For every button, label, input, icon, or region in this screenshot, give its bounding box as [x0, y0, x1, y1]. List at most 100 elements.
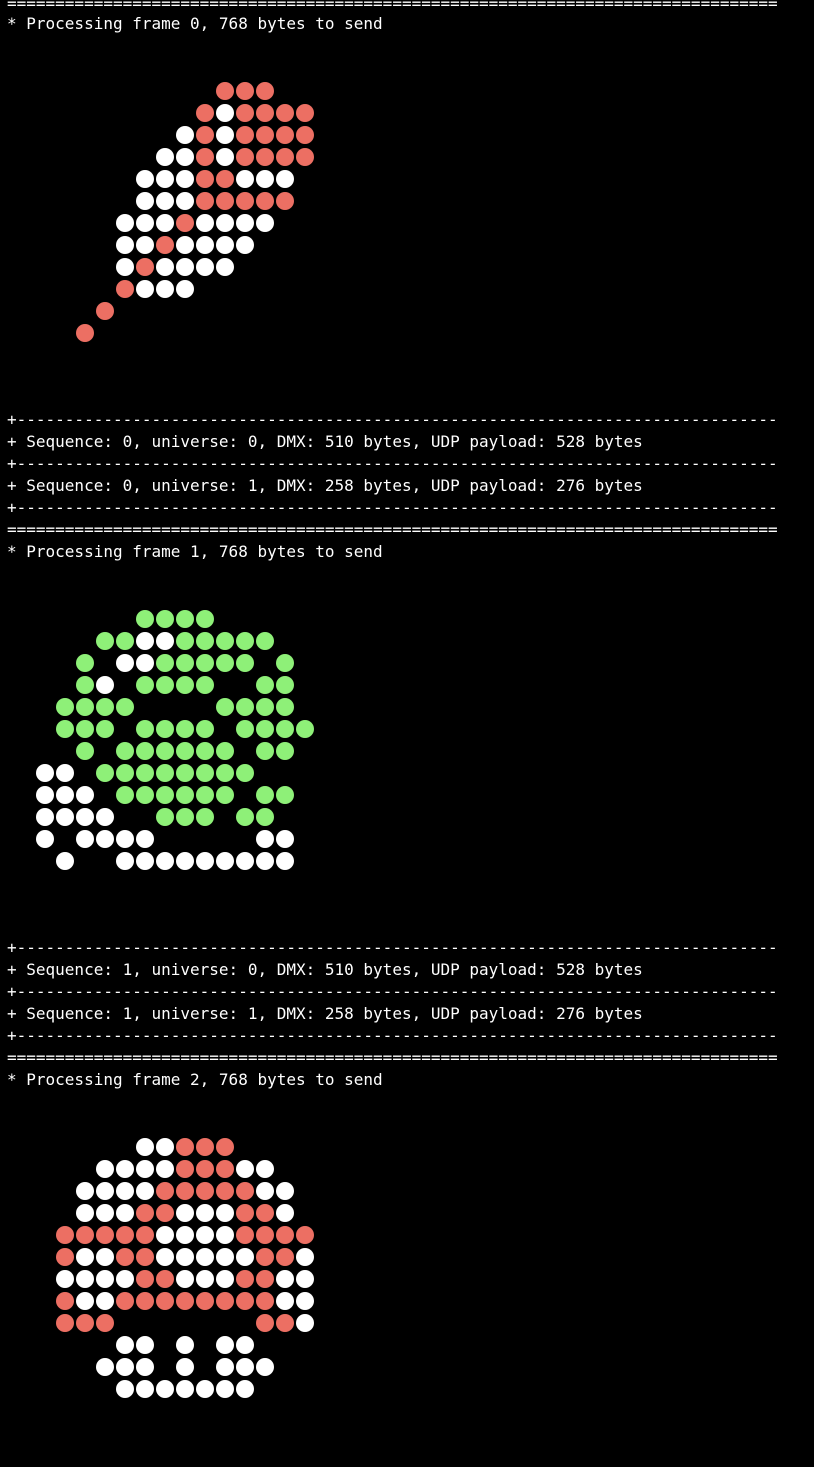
pixel-dot	[156, 280, 174, 298]
pixel-dot	[256, 742, 274, 760]
pixel-dot	[256, 632, 274, 650]
pixel-dot	[176, 764, 194, 782]
pixel-dot	[176, 1204, 194, 1222]
pixel-dot	[256, 1358, 274, 1376]
pixel-dot	[156, 1248, 174, 1266]
pixel-dot	[156, 1380, 174, 1398]
pixel-dot	[216, 1270, 234, 1288]
pixel-dot	[156, 214, 174, 232]
pixel-dot	[196, 148, 214, 166]
pixel-dot	[176, 280, 194, 298]
pixel-dot	[156, 852, 174, 870]
pixel-dot	[196, 720, 214, 738]
pixel-grid	[0, 81, 330, 411]
pixel-dot	[196, 852, 214, 870]
pixel-dot	[196, 786, 214, 804]
pixel-dot	[176, 1292, 194, 1310]
pixel-dot	[176, 1138, 194, 1156]
pixel-dot	[236, 236, 254, 254]
pixel-dot	[236, 808, 254, 826]
pixel-dot	[236, 1204, 254, 1222]
pixel-dot	[56, 1248, 74, 1266]
pixel-dot	[116, 280, 134, 298]
pixel-dot	[196, 764, 214, 782]
pixel-dot	[76, 742, 94, 760]
pixel-dot	[156, 1292, 174, 1310]
pixel-dot	[116, 1182, 134, 1200]
pixel-dot	[96, 1248, 114, 1266]
pixel-dot	[156, 676, 174, 694]
pixel-dot	[96, 1314, 114, 1332]
pixel-dot	[176, 214, 194, 232]
pixel-dot	[136, 1292, 154, 1310]
pixel-dot	[236, 698, 254, 716]
pixel-dot	[116, 1248, 134, 1266]
pixel-dot	[236, 148, 254, 166]
pixel-dot	[196, 1248, 214, 1266]
pixel-dot	[236, 192, 254, 210]
pixel-dot	[296, 126, 314, 144]
pixel-dot	[256, 82, 274, 100]
pixel-dot	[236, 764, 254, 782]
pixel-dot	[76, 1204, 94, 1222]
pixel-dot	[96, 632, 114, 650]
pixel-dot	[196, 632, 214, 650]
pixel-dot	[36, 786, 54, 804]
pixel-dot	[216, 632, 234, 650]
pixel-dot	[236, 1160, 254, 1178]
pixel-dot	[196, 742, 214, 760]
pixel-dot	[136, 852, 154, 870]
pixel-dot	[136, 764, 154, 782]
pixel-dot	[76, 720, 94, 738]
pixel-dot	[36, 808, 54, 826]
terminal-window: ========================================…	[0, 0, 814, 1442]
frame-header: * Processing frame 1, 768 bytes to send	[7, 542, 383, 561]
pixel-dot	[136, 654, 154, 672]
pixel-dot	[216, 1358, 234, 1376]
pixel-dot	[236, 1292, 254, 1310]
separator-single: +---------------------------------------…	[7, 454, 778, 473]
pixel-dot	[136, 720, 154, 738]
pixel-dot	[236, 126, 254, 144]
pixel-dot	[256, 126, 274, 144]
pixel-dot	[296, 1314, 314, 1332]
pixel-dot	[116, 1380, 134, 1398]
pixel-dot	[96, 1358, 114, 1376]
pixel-dot	[196, 1160, 214, 1178]
pixel-dot	[56, 720, 74, 738]
pixel-dot	[76, 1292, 94, 1310]
pixel-dot	[96, 302, 114, 320]
pixel-dot	[256, 720, 274, 738]
pixel-dot	[216, 104, 234, 122]
pixel-dot	[276, 676, 294, 694]
pixel-dot	[176, 236, 194, 254]
pixel-dot	[76, 830, 94, 848]
pixel-dot	[116, 1270, 134, 1288]
pixel-dot	[196, 1270, 214, 1288]
pixel-dot	[156, 654, 174, 672]
pixel-dot	[76, 786, 94, 804]
pixel-dot	[176, 192, 194, 210]
separator-double: ========================================…	[7, 520, 778, 539]
pixel-dot	[196, 808, 214, 826]
pixel-dot	[156, 1138, 174, 1156]
pixel-dot	[96, 1270, 114, 1288]
pixel-dot	[156, 1160, 174, 1178]
pixel-dot	[56, 764, 74, 782]
pixel-dot	[76, 808, 94, 826]
pixel-dot	[276, 148, 294, 166]
pixel-dot	[256, 786, 274, 804]
pixel-dot	[256, 1182, 274, 1200]
pixel-dot	[136, 1204, 154, 1222]
pixel-dot	[116, 258, 134, 276]
pixel-dot	[216, 82, 234, 100]
pixel-dot	[96, 808, 114, 826]
pixel-dot	[116, 698, 134, 716]
pixel-dot	[236, 170, 254, 188]
pixel-dot	[156, 1204, 174, 1222]
pixel-dot	[96, 830, 114, 848]
pixel-dot	[136, 1380, 154, 1398]
pixel-dot	[116, 852, 134, 870]
pixel-dot	[156, 258, 174, 276]
pixel-dot	[116, 214, 134, 232]
